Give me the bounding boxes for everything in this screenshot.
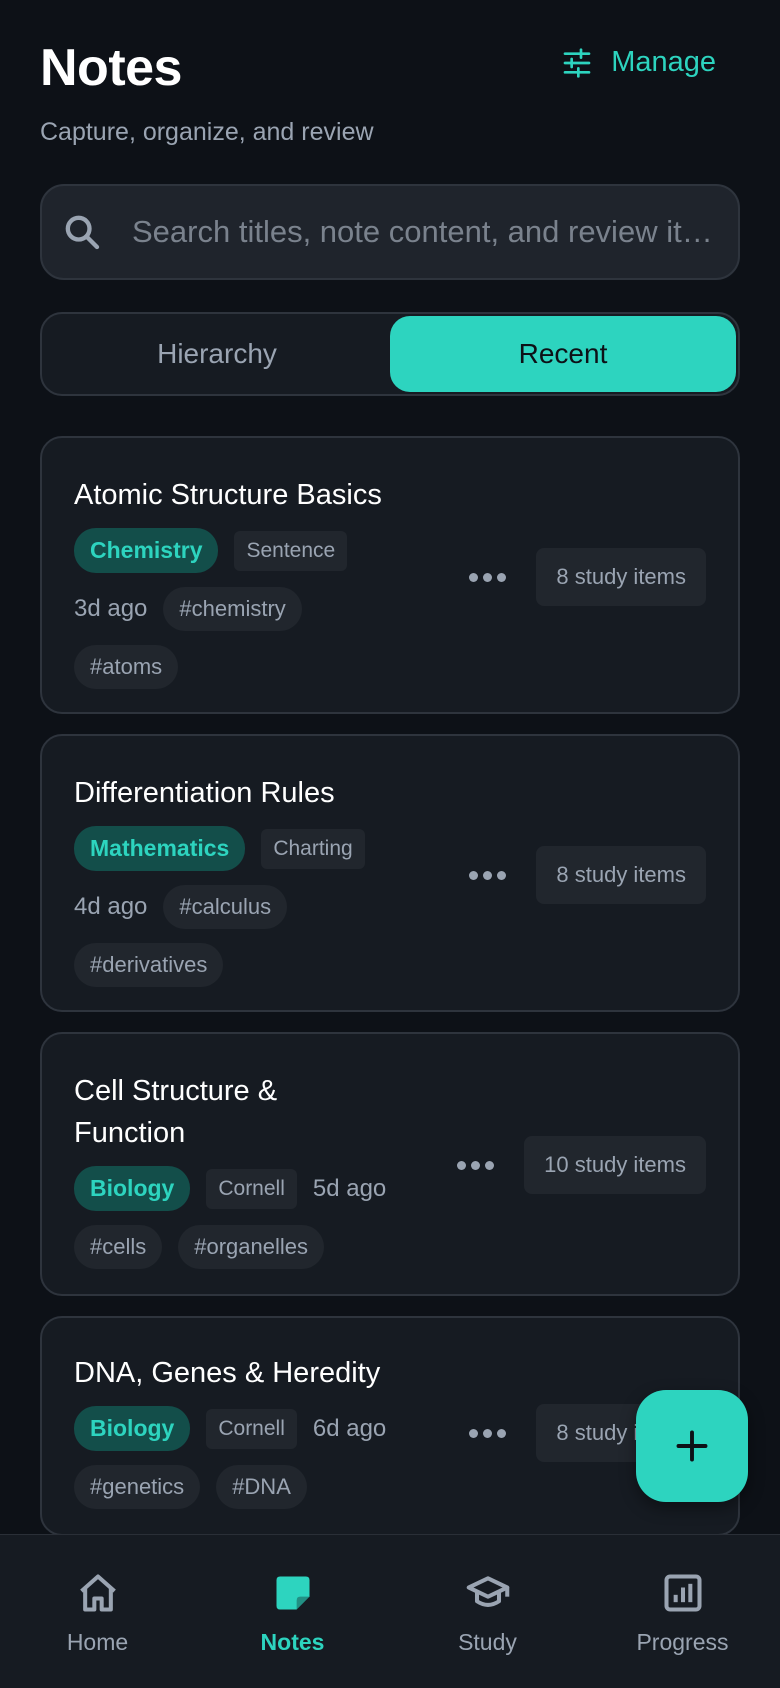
sliders-icon [563,47,591,78]
note-tags: Mathematics Charting 4d ago #calculus #d… [74,826,414,987]
note-timestamp: 5d ago [312,1174,387,1202]
note-title: DNA, Genes & Heredity [74,1357,381,1389]
page-title: Notes [40,39,182,97]
nav-label: Progress [636,1629,729,1655]
hashtag-chip[interactable]: #cells [74,1225,163,1269]
graduation-cap-icon [466,1576,509,1607]
note-card-actions: 8 study items [463,846,706,904]
nav-label: Notes [260,1629,325,1655]
note-title: Differentiation Rules [74,777,335,809]
note-icon [276,1576,309,1610]
hashtag-chip[interactable]: #genetics [74,1465,201,1509]
study-items-badge: 8 study items [536,846,706,904]
search-bar [40,184,740,280]
nav-item-progress[interactable]: Progress [585,1535,780,1688]
more-options-icon[interactable] [463,865,512,886]
note-card[interactable]: Differentiation Rules Mathematics Charti… [40,734,740,1012]
note-card-actions: 10 study items [451,1136,706,1194]
study-items-badge: 8 study items [536,548,706,606]
note-timestamp: 4d ago [74,893,148,920]
nav-label: Home [66,1629,129,1655]
method-badge: Cornell [206,1168,297,1209]
manage-button[interactable]: Manage [561,46,716,79]
note-timestamp: 3d ago [74,595,148,622]
note-card[interactable]: Atomic Structure Basics Chemistry Senten… [40,436,740,714]
hashtag-chip[interactable]: #organelles [178,1225,324,1269]
notes-screen: Notes Capture, organize, and review Mana… [0,0,780,1688]
method-badge: Cornell [206,1408,297,1449]
subject-badge: Mathematics [74,826,246,871]
subject-badge: Biology [74,1166,191,1211]
method-badge: Sentence [234,530,348,571]
note-tags: Chemistry Sentence 3d ago #chemistry #at… [74,528,414,689]
add-note-button[interactable] [636,1390,748,1502]
note-card[interactable]: DNA, Genes & Heredity Biology Cornell 6d… [40,1316,740,1536]
manage-label: Manage [611,46,716,78]
hashtag-chip[interactable]: #atoms [74,645,179,689]
tab-hierarchy[interactable]: Hierarchy [44,316,390,392]
bottom-nav: Home Notes Study Progress [0,1534,780,1688]
plus-icon [676,1430,708,1462]
subject-badge: Biology [74,1406,191,1451]
note-card-content: DNA, Genes & Heredity Biology Cornell 6d… [74,1352,404,1509]
note-card-content: Cell Structure & Function Biology Cornel… [74,1070,394,1269]
note-card-content: Differentiation Rules Mathematics Charti… [74,772,414,987]
note-card[interactable]: Cell Structure & Function Biology Cornel… [40,1032,740,1296]
note-title: Atomic Structure Basics [74,479,382,511]
home-icon [79,1574,116,1612]
search-icon [65,215,100,250]
tab-recent[interactable]: Recent [390,316,736,392]
hashtag-chip[interactable]: #chemistry [163,587,302,631]
note-card-actions: 8 study items [463,548,706,606]
page-subtitle: Capture, organize, and review [40,118,374,146]
note-tags: Biology Cornell 6d ago #genetics #DNA [74,1406,404,1509]
search-input[interactable] [132,214,722,250]
hashtag-chip[interactable]: #derivatives [74,943,224,987]
more-options-icon[interactable] [451,1155,500,1176]
nav-label: Study [458,1629,517,1655]
note-tags: Biology Cornell 5d ago #cells #organelle… [74,1166,394,1269]
bar-chart-icon [663,1574,702,1612]
nav-item-notes[interactable]: Notes [195,1535,390,1688]
subject-badge: Chemistry [74,528,219,573]
note-title: Cell Structure & Function [74,1075,278,1149]
more-options-icon[interactable] [463,1423,512,1444]
hashtag-chip[interactable]: #calculus [163,885,288,929]
view-toggle: Hierarchy Recent [40,312,740,396]
nav-item-home[interactable]: Home [0,1535,195,1688]
note-card-content: Atomic Structure Basics Chemistry Senten… [74,474,414,689]
nav-item-study[interactable]: Study [390,1535,585,1688]
note-timestamp: 6d ago [312,1414,387,1442]
study-items-badge: 10 study items [524,1136,706,1194]
hashtag-chip[interactable]: #DNA [216,1465,307,1509]
method-badge: Charting [261,828,365,869]
more-options-icon[interactable] [463,567,512,588]
